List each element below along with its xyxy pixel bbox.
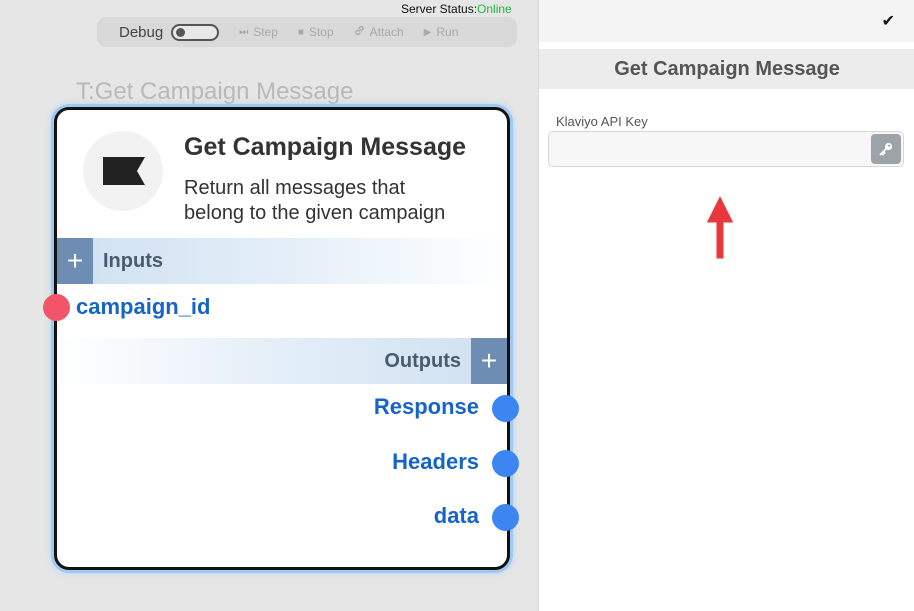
server-status: Server Status:Online: [401, 2, 512, 16]
key-icon: [879, 142, 893, 156]
play-icon: ▶: [423, 26, 432, 38]
inputs-section: + Inputs: [57, 238, 507, 284]
properties-panel: ✔ Get Campaign Message Klaviyo API Key: [538, 0, 914, 611]
input-port-label: campaign_id: [76, 294, 211, 319]
debug-label: Debug: [119, 23, 164, 41]
output-port-label: Headers: [392, 449, 479, 474]
stop-button[interactable]: ■ Stop: [298, 25, 334, 39]
panel-title: Get Campaign Message: [539, 49, 914, 89]
check-icon[interactable]: ✔: [882, 11, 895, 31]
outputs-section: Outputs +: [57, 338, 507, 384]
server-status-value: Online: [477, 2, 512, 16]
annotation-arrow: [705, 193, 735, 260]
node-body: Get Campaign Message Return all messages…: [57, 110, 507, 567]
link-icon: [354, 25, 365, 39]
node-caption: T:Get Campaign Message: [76, 78, 354, 105]
output-port-data[interactable]: [492, 504, 519, 531]
input-port-campaign-id[interactable]: [43, 294, 70, 321]
run-button[interactable]: ▶ Run: [424, 25, 459, 39]
node-icon-badge: [83, 131, 163, 211]
run-label: Run: [436, 25, 459, 39]
node-description: Return all messages that belong to the g…: [184, 177, 446, 224]
output-port-label: Response: [373, 394, 479, 419]
api-key-field[interactable]: [548, 131, 904, 167]
add-output-button[interactable]: +: [471, 338, 507, 384]
api-key-button[interactable]: [871, 134, 901, 164]
flow-node[interactable]: Get Campaign Message Return all messages…: [43, 107, 519, 570]
inputs-label: Inputs: [103, 249, 163, 272]
step-button[interactable]: ⏭ Step: [239, 25, 278, 39]
klaviyo-flag-icon: [103, 157, 145, 185]
outputs-label: Outputs: [384, 349, 461, 372]
output-port-response[interactable]: [492, 395, 519, 422]
debug-toggle[interactable]: [171, 23, 220, 41]
attach-label: Attach: [369, 25, 404, 39]
attach-button[interactable]: Attach: [354, 25, 404, 39]
step-label: Step: [253, 25, 278, 39]
output-port-label: data: [433, 503, 479, 528]
toggle-knob: [176, 27, 186, 37]
api-key-label: Klaviyo API Key: [556, 114, 648, 129]
stop-label: Stop: [308, 25, 334, 39]
output-port-headers[interactable]: [492, 450, 519, 477]
flow-canvas[interactable]: Server Status:Online Debug ⏭ Step ■ Stop…: [0, 0, 538, 611]
debug-toolbar: Debug ⏭ Step ■ Stop Attach ▶ Run: [97, 17, 517, 47]
add-input-button[interactable]: +: [57, 238, 93, 284]
panel-toolbar: ✔: [539, 0, 914, 42]
server-status-label: Server Status:: [401, 2, 478, 16]
node-title: Get Campaign Message: [184, 133, 467, 161]
step-icon: ⏭: [239, 26, 249, 38]
stop-icon: ■: [297, 26, 304, 38]
